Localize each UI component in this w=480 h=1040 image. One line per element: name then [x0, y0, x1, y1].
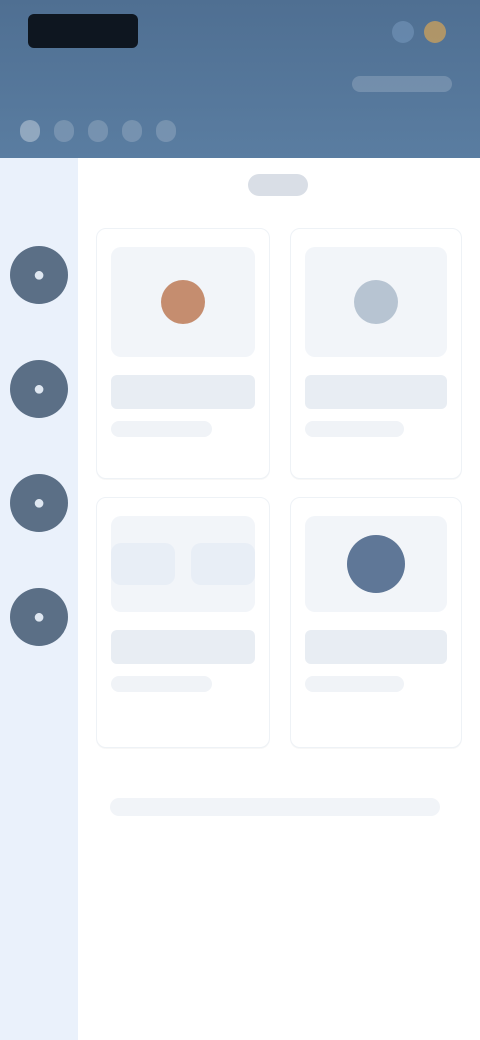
- top-header: [0, 0, 480, 158]
- sidebar-item-3[interactable]: ●: [10, 588, 68, 646]
- card-media: [305, 516, 447, 612]
- card-2[interactable]: [96, 497, 270, 748]
- user-icon: ●: [32, 377, 46, 400]
- user-icon: ●: [32, 605, 46, 628]
- header-actions: [336, 18, 446, 46]
- tab-3[interactable]: [122, 120, 142, 142]
- notification-icon[interactable]: [392, 21, 414, 43]
- main-content: [78, 158, 480, 1040]
- sidebar: ● ● ● ●: [0, 158, 78, 1040]
- avatar: [347, 535, 405, 593]
- card-meta: [111, 676, 212, 692]
- card-media: [111, 247, 255, 357]
- card-3[interactable]: [290, 497, 462, 748]
- avatar: [354, 280, 398, 324]
- sidebar-item-1[interactable]: ●: [10, 360, 68, 418]
- card-title: [305, 630, 447, 664]
- card-media: [305, 247, 447, 357]
- user-menu-icon[interactable]: [424, 21, 446, 43]
- user-icon: ●: [32, 491, 46, 514]
- section-title: [248, 174, 308, 196]
- card-meta: [305, 676, 405, 692]
- user-icon: ●: [32, 263, 46, 286]
- header-tabs: [20, 112, 460, 150]
- card-title: [111, 375, 255, 409]
- tab-1[interactable]: [54, 120, 74, 142]
- card-0[interactable]: [96, 228, 270, 479]
- footer-bar: [110, 798, 440, 816]
- card-meta: [305, 421, 405, 437]
- card-title: [305, 375, 447, 409]
- card-media: [111, 516, 255, 612]
- card-1[interactable]: [290, 228, 462, 479]
- sidebar-item-2[interactable]: ●: [10, 474, 68, 532]
- card-grid: [96, 228, 462, 748]
- app-logo[interactable]: [28, 14, 138, 48]
- avatar: [161, 280, 205, 324]
- card-title: [111, 630, 255, 664]
- tab-2[interactable]: [88, 120, 108, 142]
- app-root: ● ● ● ●: [0, 0, 480, 1040]
- tab-4[interactable]: [156, 120, 176, 142]
- header-secondary-control[interactable]: [352, 76, 452, 92]
- tab-0[interactable]: [20, 120, 40, 142]
- thumbnail: [191, 543, 255, 585]
- sidebar-item-0[interactable]: ●: [10, 246, 68, 304]
- thumbnail: [111, 543, 175, 585]
- card-meta: [111, 421, 212, 437]
